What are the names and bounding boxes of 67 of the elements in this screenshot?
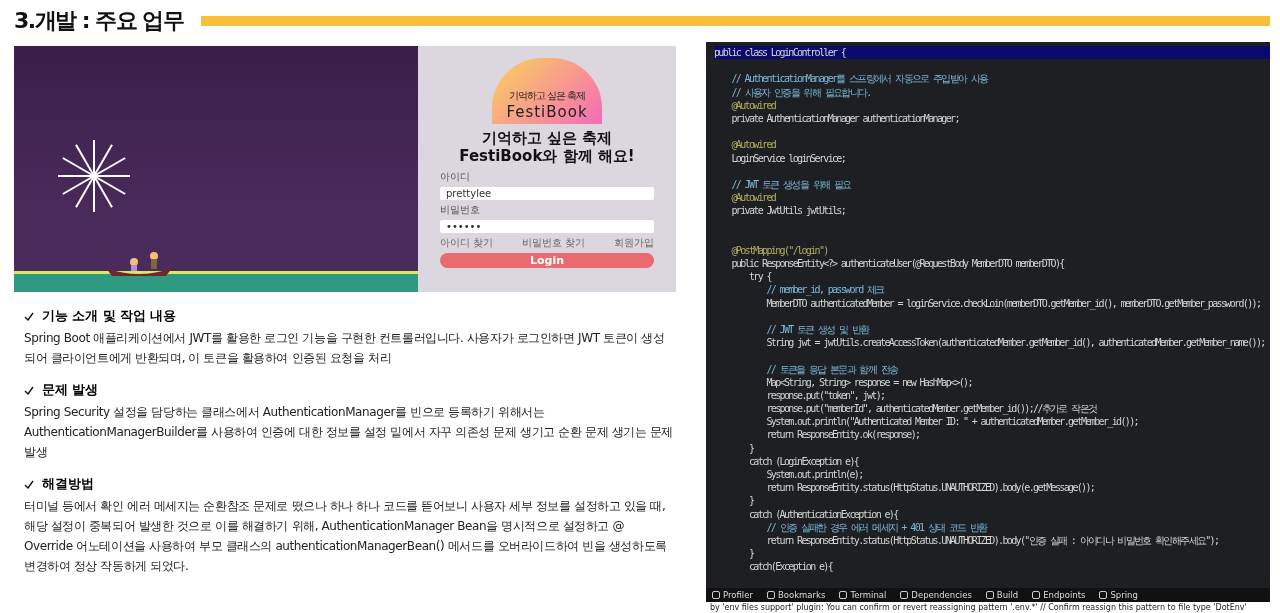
code-line: catch (AuthenticationException e){: [747, 507, 899, 521]
square-icon: [766, 591, 775, 599]
code-line: // JWT 토큰 생성 및 반환: [765, 322, 871, 337]
code-line: // 토큰을 응답 본문과 함께 전송: [765, 362, 899, 376]
code-line: catch (LoginException e){: [747, 454, 860, 468]
section-body: Spring Boot 애플리케이션에서 JWT를 활용한 로그인 기능을 구현한 컨트롤러입니다. 사용자가 로그인하면 JWT 토큰이 생성되어 클라이언트에게 반환되며, 이 토큰을 활용하여 인증된 요청을 처리: [24, 330, 666, 367]
square-icon: [1099, 591, 1108, 599]
code-line: response.put("memberId", authenticatedMember.getMember_id());//추가로 작은것: [765, 402, 1098, 416]
login-headline: 기억하고 싶은 축제 FestiBook와 함께 해요!: [459, 129, 635, 165]
code-line: @PostMapping("/login"): [730, 243, 829, 257]
field-label: 아이디: [440, 170, 471, 184]
tool-tab[interactable]: Spring: [1099, 590, 1138, 600]
checkmark-icon: [24, 386, 34, 395]
square-icon: [985, 591, 994, 599]
code-line: catch(Exception e){: [747, 560, 834, 574]
code-line: // JWT 토큰 생성을 위해 필요: [730, 177, 852, 192]
code-line: public ResponseEntity<?> authenticateUser(@RequestBody MemberDTO memberDTO){: [730, 257, 1065, 271]
checkmark-icon: [24, 312, 34, 321]
tool-tab[interactable]: Endpoints: [1032, 590, 1086, 600]
code-line: @Autowired: [730, 138, 777, 152]
code-line: // 사용자 인증을 위해 필요합니다.: [730, 85, 872, 99]
input-field[interactable]: prettylee: [440, 187, 654, 200]
section-heading: 해결방법: [42, 476, 94, 493]
code-line: private AuthenticationManager authenticationManager;: [730, 111, 960, 126]
code-line: return ResponseEntity.ok(response);: [765, 428, 921, 442]
code-line: // member_id, password 체크: [765, 283, 885, 297]
code-line: System.out.println(e);: [765, 468, 864, 482]
input-field[interactable]: ••••••: [440, 220, 654, 233]
code-line: private JwtUtils jwtUtils;: [730, 204, 847, 218]
logo-tagline: 기억하고 싶은 축제: [508, 89, 586, 103]
code-line: }: [747, 494, 755, 508]
checkmark-icon: [24, 480, 34, 489]
code-line: @Autowired: [730, 191, 777, 205]
code-line: @Autowired: [730, 98, 777, 112]
code-line: return ResponseEntity.status(HttpStatus.UNAUTHORIZED).body(e.getMessage());: [765, 481, 1096, 495]
section-heading: 기능 소개 및 작업 내용: [42, 308, 177, 325]
code-line: String jwt = jwtUtils.createAccessToken(authenticatedMember.getMember_id(), authenticatedMember.getMember_name());: [765, 336, 1266, 350]
code-line: System.out.println("Authenticated Member ID: " + authenticatedMember.getMember_id());: [765, 415, 1139, 429]
tool-tab[interactable]: Terminal: [839, 590, 887, 600]
code-line: }: [747, 547, 755, 561]
tool-tab[interactable]: Build: [985, 590, 1019, 600]
code-line: // AuthenticationManager를 스프링에서 자동으로 주입받아 사용: [730, 72, 989, 86]
code-line: try {: [747, 270, 773, 284]
status-bar: by 'env files support' plugin: You can confirm or revert reassigning pattern '.env.*' // Confirm reassign this pattern to file type 'DotEnv': [706, 602, 1270, 613]
square-icon: [839, 591, 848, 599]
tool-tab[interactable]: Bookmarks: [766, 590, 826, 600]
tool-tab[interactable]: Dependencies: [900, 590, 972, 600]
field-label: 비밀번호: [440, 203, 481, 217]
logo-name: FestiBook: [506, 103, 588, 121]
square-icon: [712, 591, 720, 599]
code-line: return ResponseEntity.status(HttpStatus.UNAUTHORIZED).body("인증 실패 : 아이디나 비밀번호 확인해주세요");: [765, 533, 1220, 548]
slide-title: 3.개발 : 주요 업무: [14, 7, 184, 35]
section-body: 터미널 등에서 확인 에러 메세지는 순환참조 문제로 떴으나 하나 하나 코드를 뜯어보니 사용자 세부 정보를 설정하고 있을 때, 해당 설정이 중복되어 발생한 것으로 이를 해결하기 위해, AuthenticationManager Bean을 명시적으로 설정하고 @ Override 어노테이션을 사용하여 부모 클래스의 authenticationManagerBean() 메서드를 오버라이드하여 빈을 생성하도록 변경하여 정상 작동하게 되었다.: [24, 498, 668, 575]
login-link[interactable]: 비밀번호 찾기: [522, 236, 586, 250]
section-body: Spring Security 설정을 담당하는 클래스에서 AuthenticationManager를 빈으로 등록하기 위해서는 AuthenticationManagerBuilder를 사용하여 인증에 대한 정보를 설정 밑에서 자꾸 의존성 문제 생기고 순환 문제 생기는 문제 발생: [24, 404, 674, 461]
code-line: response.put("token", jwt);: [765, 388, 886, 403]
code-line: Map<String, String> response = new HashMap<>();: [765, 375, 973, 389]
code-line: }: [747, 441, 755, 455]
code-line: MemberDTO authenticatedMember = loginService.checkLoin(memberDTO.getMember_id(), memberDTO.getMember_password());: [765, 296, 1262, 310]
tool-tab[interactable]: Profiler: [712, 590, 753, 600]
square-icon: [900, 591, 909, 599]
section-heading: 문제 발생: [42, 382, 99, 399]
login-link[interactable]: 회원가입: [614, 236, 654, 250]
code-line: // 인증 실패한 경우 에러 메세지 + 401 상태 코드 반환: [765, 520, 989, 534]
login-link[interactable]: 아이디 찾기: [440, 236, 494, 250]
square-icon: [1032, 591, 1041, 599]
code-line: LoginService loginService;: [730, 151, 847, 165]
